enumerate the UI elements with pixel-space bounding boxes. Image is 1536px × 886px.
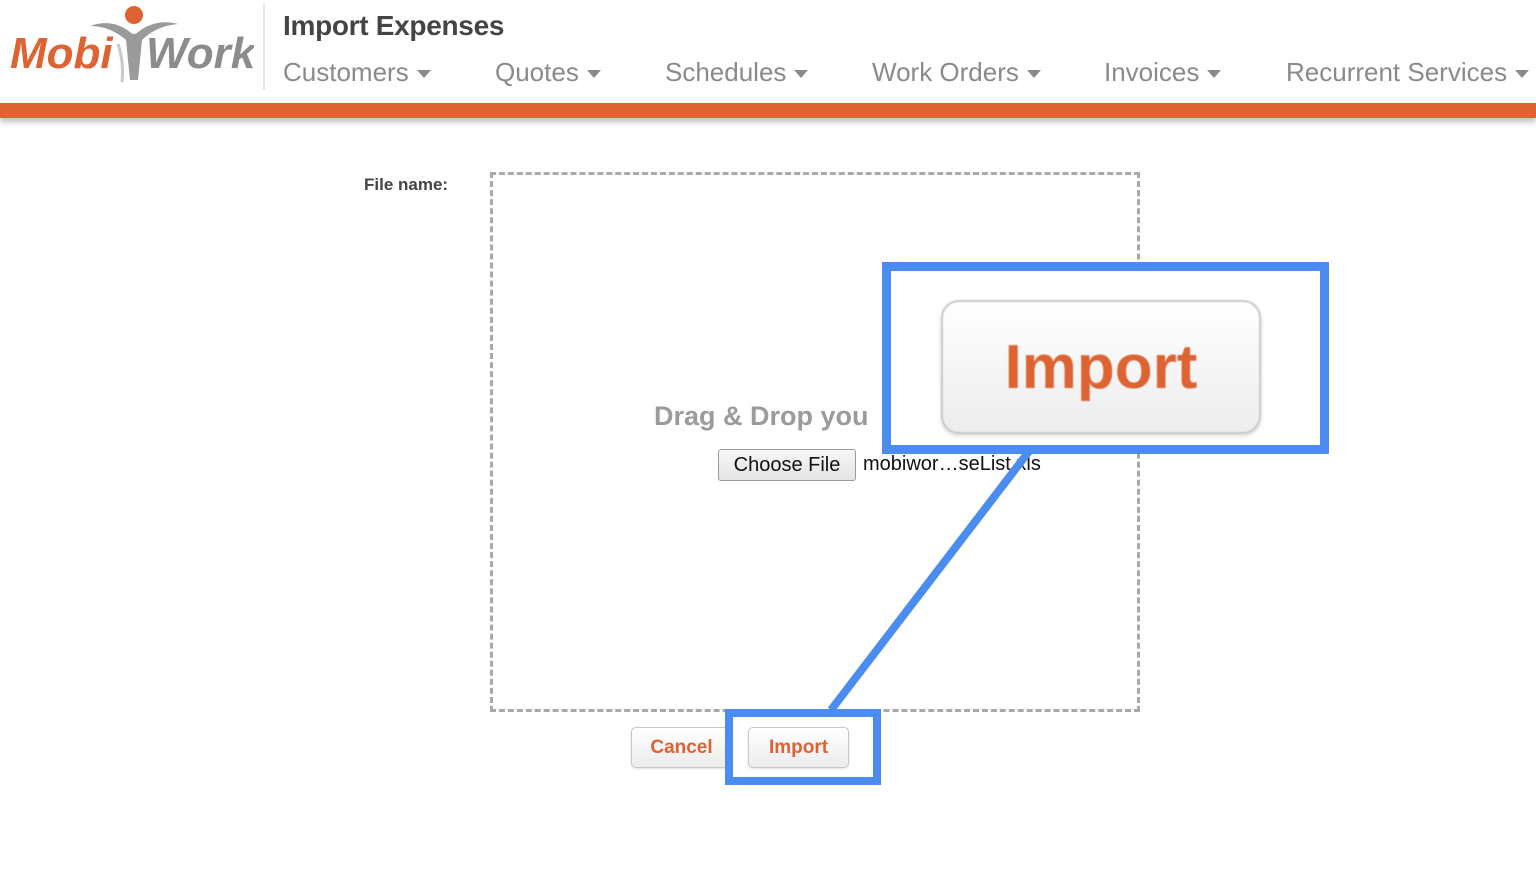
chevron-down-icon	[1026, 70, 1041, 78]
zoomed-import-button: Import	[941, 300, 1261, 434]
nav-recurrent-services-label: Recurrent Services	[1286, 57, 1508, 87]
mobiwork-logo[interactable]: Mobi Work	[6, 2, 258, 88]
chevron-down-icon	[416, 70, 431, 78]
nav-work-orders[interactable]: Work Orders	[872, 57, 1041, 88]
chevron-down-icon	[1207, 70, 1222, 78]
logo-text-work: Work	[146, 29, 254, 78]
chevron-down-icon	[1515, 70, 1530, 78]
app-header: Mobi Work Import Expenses Customers Quot…	[0, 0, 1536, 103]
nav-recurrent-services[interactable]: Recurrent Services	[1286, 57, 1530, 88]
nav-schedules[interactable]: Schedules	[665, 57, 809, 88]
nav-schedules-label: Schedules	[665, 57, 787, 87]
file-name-label: File name:	[364, 175, 449, 194]
page-title: Import Expenses	[283, 10, 505, 41]
cancel-button[interactable]: Cancel	[631, 727, 732, 768]
header-divider	[263, 4, 265, 90]
drop-instructions: Drag & Drop you	[654, 401, 869, 431]
nav-quotes-label: Quotes	[495, 57, 579, 87]
nav-quotes[interactable]: Quotes	[495, 57, 601, 88]
nav-invoices[interactable]: Invoices	[1104, 57, 1222, 88]
import-button-highlight	[725, 709, 881, 785]
nav-customers[interactable]: Customers	[283, 57, 431, 88]
nav-customers-label: Customers	[283, 57, 409, 87]
choose-file-button[interactable]: Choose File	[718, 449, 856, 481]
chosen-file-name: mobiwor…seList.xls	[863, 453, 1041, 475]
chevron-down-icon	[586, 70, 601, 78]
nav-work-orders-label: Work Orders	[872, 57, 1019, 87]
chevron-down-icon	[794, 70, 809, 78]
header-accent-bar	[0, 103, 1536, 118]
nav-invoices-label: Invoices	[1104, 57, 1200, 87]
zoom-callout: Import	[882, 262, 1329, 454]
logo-text-mobi: Mobi	[10, 29, 113, 78]
